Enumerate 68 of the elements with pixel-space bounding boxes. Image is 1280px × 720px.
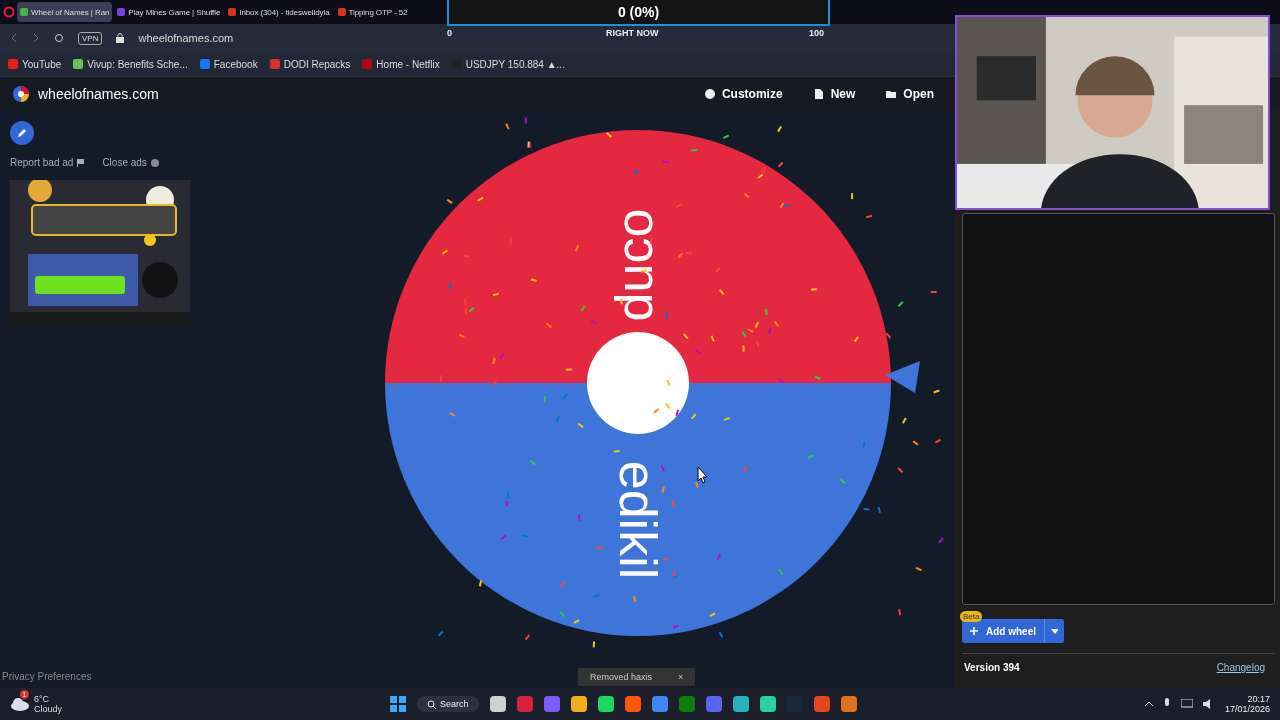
wheel-slice[interactable]	[385, 383, 891, 636]
back-icon[interactable]	[10, 33, 18, 43]
edit-button[interactable]	[10, 121, 34, 145]
entries-field[interactable]	[962, 213, 1275, 605]
clock-date[interactable]: 17/01/2026	[1224, 704, 1270, 714]
site-title[interactable]: wheelofnames.com	[38, 86, 159, 102]
lock-icon	[116, 33, 125, 43]
toast-message: Removed haxis	[590, 672, 653, 682]
pencil-icon	[17, 128, 27, 138]
scale-caption: RIGHT NOW	[606, 28, 659, 38]
cloud-icon[interactable]	[10, 697, 30, 711]
add-wheel-button[interactable]: Add wheel	[962, 619, 1044, 643]
bookmark[interactable]: USDJPY 150.884 ▲...	[451, 58, 565, 70]
app-icon[interactable]	[597, 696, 614, 712]
weather-condition: Cloudy	[34, 704, 62, 714]
close-ads-link[interactable]: Close ads	[102, 157, 159, 168]
taskbar-search[interactable]: Search	[417, 696, 479, 712]
browser-tab[interactable]: Tipping OTP - 52	[334, 2, 411, 22]
chevron-up-icon[interactable]	[1144, 701, 1153, 707]
version-label: Version 394	[964, 662, 1020, 673]
temperature: 6°C	[34, 694, 51, 704]
app-icon[interactable]	[732, 696, 749, 712]
app-icon[interactable]	[489, 696, 506, 712]
bookmark[interactable]: Facebook	[199, 58, 258, 70]
privacy-link[interactable]: Privacy Preferences	[2, 671, 92, 682]
dropdown-button[interactable]	[1044, 619, 1064, 643]
browser-tab[interactable]: Play Mines Game | Shuffle	[114, 2, 224, 22]
close-circle-icon	[150, 158, 159, 167]
browser-tab[interactable]: Inbox (304) - tideswelldyla	[225, 2, 333, 22]
pointer-icon	[885, 361, 920, 393]
slice-label: duco	[605, 208, 663, 322]
app-icon[interactable]	[651, 696, 668, 712]
app-icon[interactable]	[840, 696, 857, 712]
address-field[interactable]: wheelofnames.com	[138, 32, 234, 44]
toast-close-button[interactable]: ×	[678, 672, 684, 682]
wheel-hub[interactable]	[587, 332, 689, 434]
clock-time[interactable]: 20:17	[1247, 694, 1270, 704]
start-icon[interactable]	[390, 696, 406, 712]
logo-icon[interactable]	[12, 85, 30, 103]
wheel-slice[interactable]	[385, 130, 891, 383]
progress-value: 0 (0%)	[617, 4, 660, 20]
report-ad-link[interactable]: Report bad ad	[10, 157, 85, 168]
app-icon[interactable]	[624, 696, 641, 712]
scale-min: 0	[447, 28, 452, 38]
folder-icon	[885, 88, 898, 100]
scale-max: 100	[809, 28, 825, 38]
beta-badge: Beta	[960, 611, 983, 622]
vpn-badge[interactable]: VPN	[78, 31, 103, 45]
bookmark[interactable]: DODI Repacks	[269, 58, 351, 70]
header-button[interactable]: Customize	[697, 86, 789, 102]
cursor-icon	[697, 466, 708, 484]
changelog-link[interactable]: Changelog	[1216, 662, 1265, 673]
browser-logo-icon[interactable]	[3, 6, 15, 18]
header-button[interactable]: New	[806, 86, 862, 102]
bookmark[interactable]: YouTube	[8, 58, 62, 70]
search-icon	[427, 699, 436, 709]
header-button[interactable]: Open	[879, 86, 940, 102]
app-icon[interactable]	[759, 696, 776, 712]
forward-icon[interactable]	[32, 33, 40, 43]
browser-tab[interactable]: Wheel of Names | Ran	[17, 2, 113, 22]
bookmark[interactable]: Home - Netflix	[362, 58, 440, 70]
document-icon	[812, 88, 825, 100]
plus-icon	[970, 627, 978, 635]
caret-icon	[1051, 628, 1058, 634]
app-icon[interactable]	[570, 696, 587, 712]
bookmark[interactable]: Vivup: Benefits Sche...	[73, 58, 188, 70]
flag-icon	[77, 158, 85, 167]
slice-label: edikil	[609, 460, 667, 580]
